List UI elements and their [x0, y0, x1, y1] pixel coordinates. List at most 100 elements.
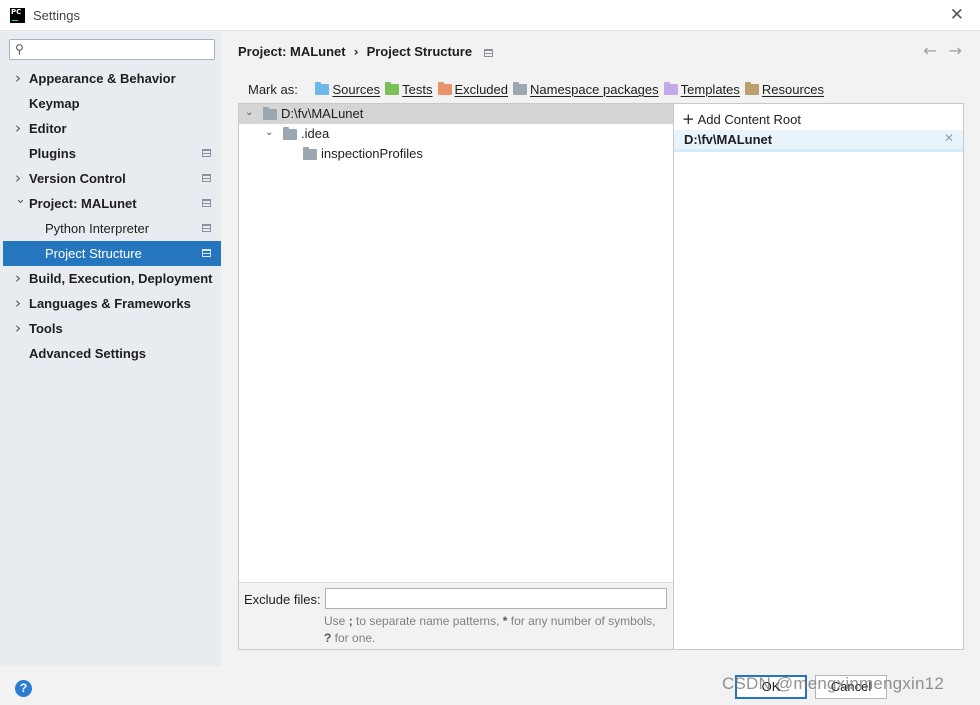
- sidebar-item-plugins[interactable]: Plugins: [3, 141, 221, 166]
- project-level-icon: [202, 199, 211, 207]
- cancel-button[interactable]: Cancel: [815, 675, 887, 699]
- folder-icon: [263, 107, 277, 120]
- sources-folder-icon: [315, 82, 330, 95]
- folder-icon: [283, 127, 297, 140]
- tree-node[interactable]: inspectionProfiles: [239, 144, 673, 164]
- exclude-hint-part: to separate name patterns,: [352, 614, 503, 628]
- sidebar-item-version-control[interactable]: › Version Control: [3, 166, 221, 191]
- sidebar-item-tools[interactable]: › Tools: [3, 316, 221, 341]
- breadcrumb: Project: MALunet › Project Structure: [238, 44, 494, 59]
- sidebar-item-label: Appearance & Behavior: [29, 71, 176, 86]
- plus-icon: +: [682, 110, 695, 128]
- search-icon: ⚲: [15, 42, 24, 56]
- mark-as-button-label: Templates: [680, 82, 740, 97]
- close-icon[interactable]: ✕: [950, 5, 964, 25]
- sidebar-item-appearance-behavior[interactable]: › Appearance & Behavior: [3, 66, 221, 91]
- add-content-root-label: Add Content Root: [697, 112, 801, 127]
- sidebar-item-project-structure[interactable]: Project Structure: [3, 241, 221, 266]
- excluded-folder-icon: [437, 82, 452, 95]
- exclude-files-hint: Use ; to separate name patterns, * for a…: [324, 613, 664, 647]
- sidebar-item-label: Advanced Settings: [29, 346, 147, 361]
- mark-as-label: Mark as:: [248, 82, 298, 97]
- content-root-path: D:\fv\MALunet: [684, 132, 773, 147]
- sidebar-item-keymap[interactable]: Keymap: [3, 91, 221, 116]
- arrow-left-icon[interactable]: ←: [923, 41, 936, 60]
- mark-as-templates-button[interactable]: Templates: [663, 82, 740, 97]
- sidebar-item-build-execution-deployment[interactable]: › Build, Execution, Deployment: [3, 266, 221, 291]
- mark-as-button-label: Namespace packages: [530, 82, 659, 97]
- tree-node-label: .idea: [301, 126, 330, 141]
- chevron-down-icon[interactable]: ⌄: [245, 103, 253, 123]
- tree-node-label: D:\fv\MALunet: [281, 106, 364, 121]
- title-bar: PC Settings ✕: [0, 0, 980, 31]
- sidebar-item-python-interpreter[interactable]: Python Interpreter: [3, 216, 221, 241]
- settings-sidebar: ⚲ › Appearance & Behavior Keymap › Editor Plu…: [0, 32, 221, 666]
- project-level-icon: [202, 174, 211, 182]
- chevron-right-icon[interactable]: ›: [15, 66, 21, 91]
- search-input[interactable]: [34, 41, 210, 58]
- sidebar-item-label: Project Structure: [45, 246, 142, 261]
- sidebar-item-label: Project: MALunet: [29, 196, 137, 211]
- breadcrumb-project[interactable]: Project: MALunet: [238, 44, 346, 59]
- sidebar-item-label: Plugins: [29, 146, 76, 161]
- exclude-files-input[interactable]: [325, 588, 667, 609]
- window-title: Settings: [33, 8, 80, 23]
- tree-node[interactable]: ⌄ .idea: [239, 124, 673, 144]
- chevron-right-icon[interactable]: ›: [15, 316, 21, 341]
- chevron-right-icon[interactable]: ›: [15, 266, 21, 291]
- mark-as-button-label: Sources: [332, 82, 381, 97]
- project-level-icon: [484, 48, 494, 57]
- folder-icon: [303, 147, 317, 160]
- history-navigation: ← →: [911, 41, 962, 60]
- add-content-root-button[interactable]: + Add Content Root: [682, 110, 801, 128]
- mark-as-tests-button[interactable]: Tests: [385, 82, 433, 97]
- search-box[interactable]: ⚲: [9, 39, 215, 60]
- project-level-icon: [202, 249, 211, 257]
- mark-as-button-label: Resources: [761, 82, 825, 97]
- exclude-hint-part: for one.: [331, 631, 376, 645]
- sidebar-item-label: Build, Execution, Deployment: [29, 271, 213, 286]
- settings-nav: › Appearance & Behavior Keymap › Editor Plugi…: [3, 66, 221, 366]
- breadcrumb-separator-icon: ›: [353, 45, 359, 59]
- tree-node[interactable]: ⌄ D:\fv\MALunet: [239, 104, 673, 124]
- mark-as-excluded-button[interactable]: Excluded: [437, 82, 508, 97]
- breadcrumb-current: Project Structure: [366, 44, 473, 59]
- mark-as-button-label: Tests: [402, 82, 433, 97]
- content-roots-panel: + Add Content Root D:\fv\MALunet ✕: [674, 103, 964, 650]
- sidebar-item-label: Python Interpreter: [45, 221, 150, 236]
- dialog-footer: ? OK Cancel CSDN @mengxinmengxin12: [0, 666, 980, 705]
- chevron-down-icon[interactable]: ⌄: [15, 187, 26, 212]
- tests-folder-icon: [385, 82, 400, 95]
- content-root-item[interactable]: D:\fv\MALunet ✕: [674, 130, 963, 152]
- chevron-right-icon[interactable]: ›: [15, 116, 21, 141]
- mark-as-sources-button[interactable]: Sources: [315, 82, 380, 97]
- sidebar-item-label: Languages & Frameworks: [29, 296, 191, 311]
- mark-as-button-label: Excluded: [454, 82, 508, 97]
- templates-folder-icon: [663, 82, 678, 95]
- project-tree-panel: ⌄ D:\fv\MALunet ⌄ .idea inspectionProfiles E…: [238, 103, 674, 650]
- sidebar-item-project-malunet[interactable]: ⌄ Project: MALunet: [3, 191, 221, 216]
- sidebar-item-label: Tools: [29, 321, 63, 336]
- pycharm-logo-icon: PC: [10, 8, 25, 23]
- sidebar-item-label: Keymap: [29, 96, 80, 111]
- project-level-icon: [202, 149, 211, 157]
- help-icon[interactable]: ?: [15, 680, 32, 697]
- sidebar-item-advanced-settings[interactable]: Advanced Settings: [3, 341, 221, 366]
- arrow-right-icon[interactable]: →: [949, 41, 962, 60]
- project-level-icon: [202, 224, 211, 232]
- exclude-files-area: Exclude files: Use ; to separate name pa…: [239, 582, 673, 649]
- ok-button[interactable]: OK: [735, 675, 807, 699]
- namespace-packages-folder-icon: [513, 82, 527, 95]
- tree-node-label: inspectionProfiles: [321, 146, 423, 161]
- remove-root-icon[interactable]: ✕: [944, 131, 954, 145]
- chevron-down-icon[interactable]: ⌄: [265, 123, 273, 143]
- sidebar-item-editor[interactable]: › Editor: [3, 116, 221, 141]
- sidebar-item-languages-frameworks[interactable]: › Languages & Frameworks: [3, 291, 221, 316]
- sidebar-item-label: Editor: [29, 121, 67, 136]
- exclude-files-label: Exclude files:: [244, 592, 321, 607]
- mark-as-namespace-packages-button[interactable]: Namespace packages: [513, 82, 659, 97]
- mark-as-resources-button[interactable]: Resources: [744, 82, 825, 97]
- chevron-right-icon[interactable]: ›: [15, 291, 21, 316]
- sidebar-item-label: Version Control: [29, 171, 126, 186]
- exclude-hint-part: Use: [324, 614, 349, 628]
